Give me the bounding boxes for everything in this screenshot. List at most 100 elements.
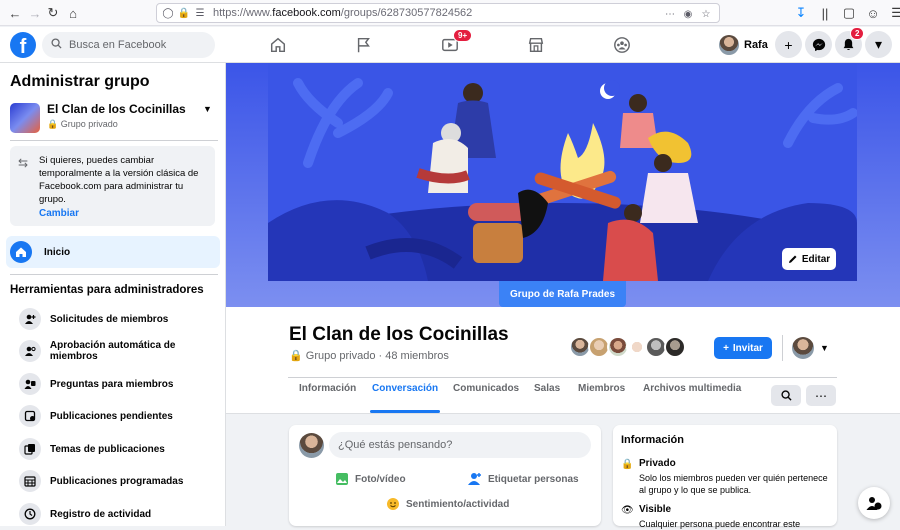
cambiar-link[interactable]: Cambiar xyxy=(39,208,79,219)
bookmark-star-icon[interactable]: ☆ xyxy=(699,7,713,21)
member-avatars[interactable] xyxy=(569,336,686,358)
photo-label: Foto/vídeo xyxy=(355,473,406,485)
admin-sidebar: Administrar grupo El Clan de los Cocinil… xyxy=(0,63,226,526)
tab-archivos-multimedia[interactable]: Archivos multimedia xyxy=(643,383,741,413)
pocket-icon[interactable]: ◉ xyxy=(681,7,695,21)
reload-icon[interactable]: ↻ xyxy=(42,2,64,24)
create-plus-icon[interactable]: + xyxy=(775,31,802,58)
info-private-desc: Solo los miembros pueden ver quién perte… xyxy=(639,473,828,495)
lock-icon[interactable]: 🔒 xyxy=(177,6,191,20)
group-title: El Clan de los Cocinillas xyxy=(289,324,509,345)
group-switch-caret-icon[interactable]: ▼ xyxy=(203,104,212,114)
nav-watch-icon[interactable]: 9+ xyxy=(420,29,480,60)
nav-pages-flag-icon[interactable] xyxy=(334,30,394,60)
nav-groups-icon[interactable] xyxy=(592,30,652,60)
privacy-text: Grupo privado xyxy=(305,350,376,362)
sidebar-item-label: Registro de actividad xyxy=(50,508,152,520)
invite-label: Invitar xyxy=(732,342,763,354)
sidebar-item-label: Preguntas para miembros xyxy=(50,378,174,390)
nav-marketplace-icon[interactable] xyxy=(506,30,566,60)
search-placeholder: Busca en Facebook xyxy=(69,39,167,51)
tab-miembros[interactable]: Miembros xyxy=(578,383,625,413)
admin-tools-heading: Herramientas para administradores xyxy=(10,284,204,296)
sidebar-item-label: Inicio xyxy=(44,246,71,258)
sidebar-item-aprobacion[interactable]: Aprobación automática de miembros xyxy=(10,338,225,364)
edit-label: Editar xyxy=(801,253,831,265)
group-privacy-label: Grupo privado xyxy=(60,119,118,129)
more-options-button[interactable]: ⋯ xyxy=(806,385,836,406)
profile-button[interactable]: Rafa xyxy=(719,32,774,58)
divider xyxy=(10,140,218,141)
watch-badge: 9+ xyxy=(453,29,473,42)
library-icon[interactable]: || xyxy=(814,2,836,24)
nav-home-icon[interactable] xyxy=(248,30,308,60)
profile-menu-button[interactable]: ▼ xyxy=(792,337,829,359)
url-text[interactable]: https://www.facebook.com/groups/62873057… xyxy=(213,7,472,19)
info-visible-title: Visible xyxy=(639,504,672,515)
search-input[interactable]: Busca en Facebook xyxy=(42,32,215,58)
browser-toolbar: ← → ↻ ⌂ ◯ 🔒 ☰ https://www.facebook.com/g… xyxy=(0,0,900,26)
account-menu-chevron-icon[interactable]: ▾ xyxy=(865,31,892,58)
shield-icon[interactable]: ◯ xyxy=(161,6,175,20)
tag-label: Etiquetar personas xyxy=(488,473,579,485)
notifications-bell-icon[interactable]: 2 xyxy=(835,27,865,58)
divider xyxy=(782,335,783,361)
tag-people-button[interactable]: Etiquetar personas xyxy=(468,472,579,486)
info-visible-desc: Cualquier persona puede encontrar este xyxy=(639,519,801,529)
divider xyxy=(288,377,837,378)
back-icon[interactable]: ← xyxy=(4,2,26,24)
download-icon[interactable]: ↧ xyxy=(790,2,812,24)
smiley-icon xyxy=(387,498,399,510)
avatar xyxy=(719,35,739,55)
tab-informacion[interactable]: Información xyxy=(299,383,356,413)
sidebar-item-temas[interactable]: Temas de publicaciones xyxy=(10,436,165,462)
photo-video-button[interactable]: Foto/vídeo xyxy=(335,472,406,486)
tab-conversacion[interactable]: Conversación xyxy=(369,383,441,413)
new-message-fab[interactable] xyxy=(858,487,890,519)
notifications-badge: 2 xyxy=(850,27,865,40)
account-icon[interactable]: ☺ xyxy=(862,2,884,24)
post-composer: ¿Qué estás pensando? Foto/vídeo Etiqueta… xyxy=(289,425,601,526)
group-header: El Clan de los Cocinillas 🔒 Grupo privad… xyxy=(226,307,900,414)
sidebar-icon[interactable]: ▢ xyxy=(838,2,860,24)
photo-icon xyxy=(336,473,348,485)
home-icon[interactable]: ⌂ xyxy=(62,2,84,24)
search-group-button[interactable] xyxy=(771,385,801,406)
messenger-icon[interactable] xyxy=(805,31,832,58)
tab-salas[interactable]: Salas xyxy=(534,383,560,413)
sidebar-item-preguntas[interactable]: Preguntas para miembros xyxy=(10,371,173,397)
sidebar-item-inicio[interactable]: Inicio xyxy=(6,236,220,268)
hamburger-menu-icon[interactable]: ☰ xyxy=(886,2,900,24)
group-name[interactable]: El Clan de los Cocinillas xyxy=(47,102,186,116)
classic-version-notice: ⇆ Si quieres, puedes cambiar temporalmen… xyxy=(10,146,215,226)
search-icon xyxy=(780,390,792,401)
notice-text: Si quieres, puedes cambiar temporalmente… xyxy=(39,155,199,205)
feeling-activity-button[interactable]: Sentimiento/actividad xyxy=(386,497,509,511)
invite-button[interactable]: + Invitar xyxy=(714,337,772,359)
auto-approve-icon xyxy=(19,340,41,362)
sidebar-item-pendientes[interactable]: Publicaciones pendientes xyxy=(10,403,173,429)
group-privacy: 🔒 Grupo privado xyxy=(47,119,118,129)
sidebar-item-solicitudes[interactable]: Solicitudes de miembros xyxy=(10,306,168,332)
url-bar[interactable]: ◯ 🔒 ☰ https://www.facebook.com/groups/62… xyxy=(156,3,720,23)
home-icon xyxy=(10,241,32,263)
group-owner-pill[interactable]: Grupo de Rafa Prades xyxy=(499,281,626,307)
feeling-label: Sentimiento/actividad xyxy=(406,498,510,510)
edit-cover-button[interactable]: Editar xyxy=(782,248,836,270)
info-title: Información xyxy=(621,434,684,446)
group-thumbnail[interactable] xyxy=(10,103,40,133)
sidebar-item-label: Solicitudes de miembros xyxy=(50,313,169,325)
facebook-logo[interactable]: f xyxy=(10,32,36,58)
sidebar-item-registro[interactable]: Registro de actividad xyxy=(10,501,151,527)
sidebar-item-label: Aprobación automática de miembros xyxy=(49,340,176,362)
topics-icon xyxy=(19,438,41,460)
member-count[interactable]: 48 miembros xyxy=(385,350,449,362)
group-meta: 🔒 Grupo privado · 48 miembros xyxy=(289,350,449,362)
more-actions-icon[interactable]: ⋯ xyxy=(663,7,677,21)
permissions-icon[interactable]: ☰ xyxy=(193,6,207,20)
sidebar-item-programadas[interactable]: Publicaciones programadas xyxy=(10,468,183,494)
tab-comunicados[interactable]: Comunicados xyxy=(453,383,519,413)
avatar[interactable] xyxy=(664,336,686,358)
composer-input[interactable]: ¿Qué estás pensando? xyxy=(329,432,591,458)
questions-icon xyxy=(19,373,41,395)
